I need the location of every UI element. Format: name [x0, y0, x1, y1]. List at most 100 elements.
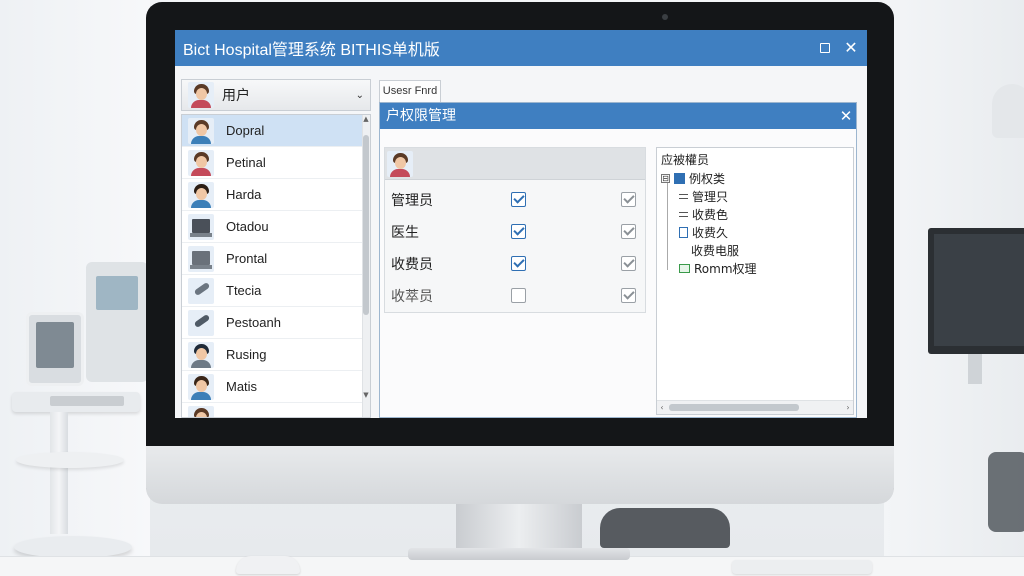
- user-avatar-icon: [387, 151, 413, 177]
- device-icon: [188, 213, 214, 240]
- tree-node[interactable]: 收费色: [679, 206, 728, 223]
- tree-node-label: 例权类: [689, 172, 726, 186]
- person-avatar-icon: [188, 149, 214, 176]
- mouse: [236, 556, 300, 574]
- tree-node[interactable]: Romm权理: [679, 260, 757, 277]
- imac-stand-foot: [408, 548, 630, 560]
- tool-icon: [188, 277, 214, 304]
- user-name: Dopral: [226, 123, 265, 138]
- item-icon: [679, 212, 688, 217]
- tree-horizontal-scrollbar[interactable]: ‹ ›: [657, 400, 853, 414]
- role-row: 管理员: [385, 184, 645, 216]
- user-avatar-icon: [188, 82, 214, 108]
- tree-connector: [667, 180, 668, 270]
- role-permission-list: 管理员 医生 收费员 收萃员: [384, 147, 646, 313]
- role-row: 收费员: [385, 248, 645, 280]
- user-dropdown[interactable]: 用户 ⌄: [181, 79, 371, 111]
- tree-node[interactable]: ⊟ 例权类: [661, 170, 725, 187]
- list-item[interactable]: Ttecia: [182, 275, 364, 307]
- scrollbar-thumb[interactable]: [363, 135, 369, 315]
- tree-node-label: 管理只: [692, 190, 729, 204]
- user-name: Petinal: [226, 155, 266, 170]
- document-icon: [679, 227, 688, 238]
- scroll-down-icon[interactable]: ▼: [362, 391, 370, 399]
- window-title: Bict Hospital管理系统 BITHIS单机版: [183, 42, 440, 59]
- background-chair: [600, 508, 730, 548]
- user-list[interactable]: Dopral Petinal Harda Otadou Prontal Ttec…: [181, 114, 371, 418]
- role-name: 收费员: [391, 257, 433, 273]
- list-item[interactable]: Matis: [182, 371, 364, 403]
- role-row: 收萃员: [385, 280, 645, 312]
- tree-heading: 应被權员: [661, 153, 710, 167]
- keyboard: [732, 560, 872, 574]
- role-name: 管理员: [391, 193, 433, 209]
- dialog-close-button[interactable]: ✕: [836, 103, 856, 129]
- tree-node[interactable]: 管理只: [679, 188, 728, 205]
- list-item[interactable]: Dopral: [182, 115, 364, 147]
- tree-node-label: Romm权理: [694, 262, 757, 276]
- close-button[interactable]: ✕: [841, 38, 861, 58]
- medical-cart-pole: [50, 412, 68, 534]
- list-item[interactable]: [182, 403, 364, 417]
- list-item[interactable]: Petinal: [182, 147, 364, 179]
- user-name: Harda: [226, 187, 262, 202]
- camera-icon: [662, 14, 668, 20]
- scroll-left-icon[interactable]: ‹: [657, 401, 667, 414]
- role-checkbox-secondary[interactable]: [621, 288, 636, 303]
- permission-tree: 应被權员 ⊟ 例权类 管理只 收费色 收费久 收费电服 Romm权理 ‹ ›: [656, 147, 854, 415]
- list-scrollbar[interactable]: ▲ ▼: [362, 115, 370, 417]
- imac-chin: [146, 446, 894, 504]
- medical-cart-base: [14, 536, 132, 558]
- tree-node-label: 收费电服: [691, 244, 740, 258]
- device-icon: [188, 245, 214, 272]
- maximize-button[interactable]: [815, 38, 835, 58]
- background-lamp: [992, 84, 1024, 138]
- doctor-avatar-icon: [188, 117, 214, 144]
- tab-user-fnrd[interactable]: Usesr Fnrd: [379, 80, 441, 102]
- tool-icon: [188, 309, 214, 336]
- item-icon: [679, 194, 688, 199]
- scroll-right-icon[interactable]: ›: [843, 401, 853, 414]
- maximize-icon: [820, 43, 830, 53]
- list-item[interactable]: Pestoanh: [182, 307, 364, 339]
- user-dropdown-label: 用户: [222, 88, 250, 104]
- user-name: Otadou: [226, 219, 269, 234]
- role-checkbox[interactable]: [511, 288, 526, 303]
- person-avatar-icon: [188, 341, 214, 368]
- app-window: Bict Hospital管理系统 BITHIS单机版 ✕ 用户 ⌄ Dopra…: [175, 30, 867, 418]
- role-checkbox[interactable]: [511, 192, 526, 207]
- user-name: Rusing: [226, 347, 267, 362]
- list-item[interactable]: Otadou: [182, 211, 364, 243]
- imac-stand: [456, 504, 582, 552]
- scrollbar-thumb[interactable]: [669, 404, 799, 411]
- tree-node-label: 收费久: [692, 226, 729, 240]
- background-monitor-stand: [968, 354, 982, 384]
- list-item[interactable]: Rusing: [182, 339, 364, 371]
- role-checkbox-secondary[interactable]: [621, 224, 636, 239]
- list-item[interactable]: Prontal: [182, 243, 364, 275]
- tree-node[interactable]: 收费电服: [691, 242, 739, 259]
- role-name: 医生: [391, 225, 419, 241]
- user-name: Pestoanh: [226, 315, 281, 330]
- permission-dialog: 户权限管理 ✕ 管理员 医生 收费员 收萃员 应被權员 ⊟ 例权类 管理只 收费…: [379, 102, 857, 418]
- background-chair: [988, 452, 1024, 532]
- role-checkbox-secondary[interactable]: [621, 192, 636, 207]
- user-name: Matis: [226, 379, 258, 394]
- role-checkbox[interactable]: [511, 256, 526, 271]
- background-device-screen: [96, 276, 138, 310]
- medical-cart-keyboard: [50, 396, 124, 406]
- person-avatar-icon: [188, 405, 214, 417]
- medical-cart-display: [36, 322, 74, 368]
- role-checkbox-secondary[interactable]: [621, 256, 636, 271]
- list-item[interactable]: Harda: [182, 179, 364, 211]
- title-bar: Bict Hospital管理系统 BITHIS单机版 ✕: [175, 30, 867, 66]
- person-avatar-icon: [188, 181, 214, 208]
- role-checkbox[interactable]: [511, 224, 526, 239]
- role-list-header: [385, 148, 645, 180]
- tree-node[interactable]: 收费久: [679, 224, 728, 241]
- scroll-up-icon[interactable]: ▲: [362, 115, 370, 123]
- person-avatar-icon: [188, 373, 214, 400]
- collapse-icon[interactable]: ⊟: [661, 174, 670, 183]
- tree-node-label: 收费色: [692, 208, 729, 222]
- dialog-title: 户权限管理: [380, 103, 856, 129]
